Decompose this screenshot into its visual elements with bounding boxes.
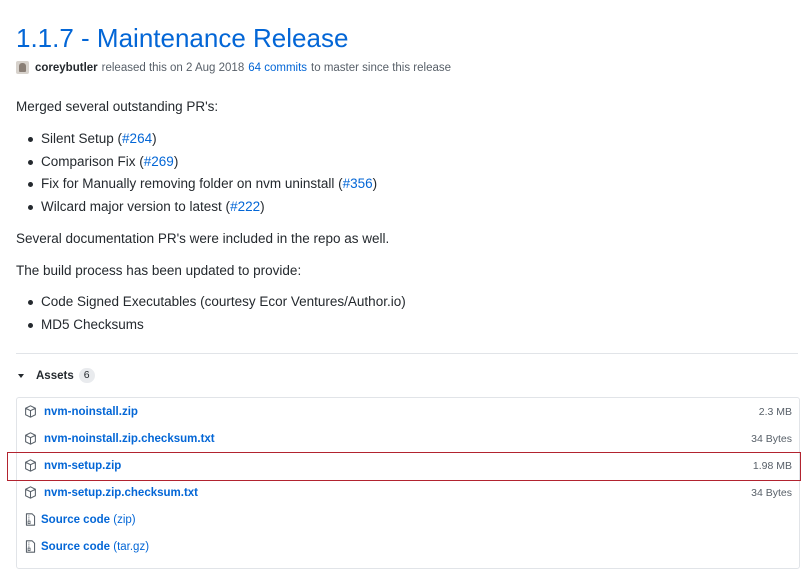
source-row[interactable]: Source code (zip) — [17, 506, 799, 533]
asset-row[interactable]: nvm-setup.zip.checksum.txt 34 Bytes — [17, 479, 799, 506]
release-title[interactable]: 1.1.7 - Maintenance Release — [16, 20, 348, 56]
asset-size: 34 Bytes — [751, 432, 792, 445]
asset-row[interactable]: nvm-noinstall.zip.checksum.txt 34 Bytes — [17, 425, 799, 452]
asset-link[interactable]: nvm-setup.zip.checksum.txt — [44, 487, 198, 499]
commits-link[interactable]: 64 commits — [248, 62, 307, 74]
commits-suffix: to master since this release — [311, 61, 452, 74]
source-zip-link[interactable]: Source code (zip) — [41, 514, 136, 526]
asset-link[interactable]: nvm-setup.zip — [44, 460, 121, 472]
asset-link[interactable]: nvm-noinstall.zip — [44, 406, 138, 418]
asset-row[interactable]: nvm-noinstall.zip 2.3 MB — [17, 398, 799, 425]
assets-count-badge: 6 — [78, 368, 95, 383]
pr-link[interactable]: #269 — [144, 154, 174, 169]
pr-link[interactable]: #222 — [230, 199, 260, 214]
package-icon — [24, 486, 37, 499]
pr-link[interactable]: #264 — [122, 131, 152, 146]
docs-note: Several documentation PR's were included… — [16, 231, 390, 246]
assets-label: Assets — [36, 369, 74, 382]
source-targz-link[interactable]: Source code (tar.gz) — [41, 541, 149, 553]
package-icon — [24, 405, 37, 418]
asset-link[interactable]: nvm-noinstall.zip.checksum.txt — [44, 433, 215, 445]
list-item: Fix for Manually removing folder on nvm … — [16, 175, 377, 193]
released-text: released this on 2 Aug 2018 — [101, 61, 245, 74]
source-row[interactable]: Source code (tar.gz) — [17, 533, 799, 560]
file-zip-icon — [24, 513, 37, 526]
asset-size: 2.3 MB — [758, 405, 792, 418]
package-icon — [24, 459, 37, 472]
assets-toggle[interactable]: Assets 6 — [16, 368, 95, 383]
caret-down-icon — [18, 373, 24, 378]
divider — [16, 353, 798, 354]
asset-row[interactable]: nvm-setup.zip 1.98 MB — [17, 452, 799, 479]
asset-size: 34 Bytes — [751, 486, 792, 499]
build-list: Code Signed Executables (courtesy Ecor V… — [16, 293, 406, 338]
assets-list: nvm-noinstall.zip 2.3 MB nvm-noinstall.z… — [16, 397, 800, 569]
intro-text: Merged several outstanding PR's: — [16, 99, 219, 114]
list-item: MD5 Checksums — [16, 316, 406, 334]
avatar[interactable] — [16, 61, 29, 74]
file-zip-icon — [24, 540, 37, 553]
list-item: Wilcard major version to latest (#222) — [16, 198, 377, 216]
list-item: Silent Setup (#264) — [16, 130, 377, 148]
list-item: Code Signed Executables (courtesy Ecor V… — [16, 293, 406, 311]
list-item: Comparison Fix (#269) — [16, 153, 377, 171]
pr-list: Silent Setup (#264) Comparison Fix (#269… — [16, 130, 377, 220]
release-meta: coreybutler released this on 2 Aug 2018 … — [16, 61, 451, 74]
build-intro: The build process has been updated to pr… — [16, 263, 302, 278]
pr-link[interactable]: #356 — [343, 176, 373, 191]
package-icon — [24, 432, 37, 445]
author-link[interactable]: coreybutler — [35, 62, 98, 74]
asset-size: 1.98 MB — [752, 459, 792, 472]
